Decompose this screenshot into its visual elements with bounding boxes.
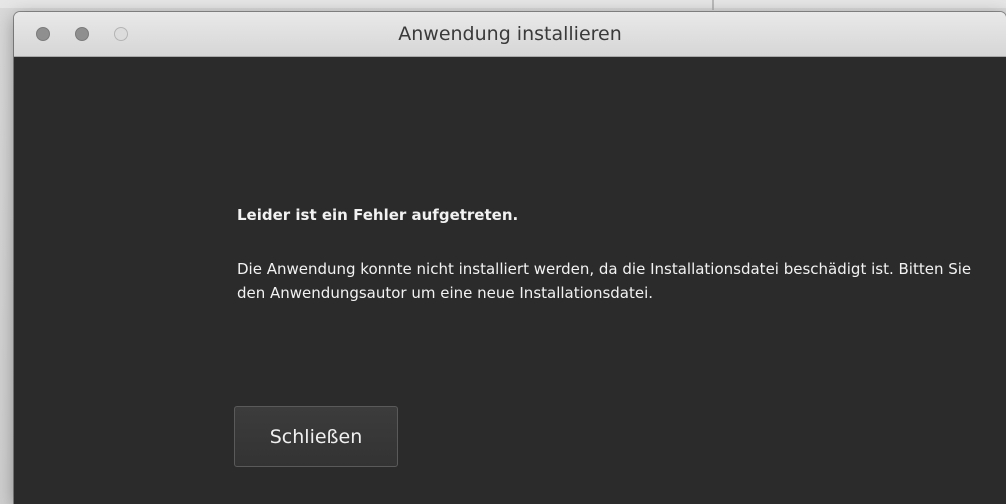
error-heading: Leider ist ein Fehler aufgetreten. <box>237 206 519 224</box>
close-button[interactable]: Schließen <box>234 406 398 467</box>
error-message: Die Anwendung konnte nicht installiert w… <box>237 260 972 302</box>
background-window-edge <box>0 0 1006 8</box>
window-title: Anwendung installieren <box>398 23 622 45</box>
title-bar[interactable]: Anwendung installieren <box>14 12 1006 57</box>
install-dialog-window: Anwendung installieren Leider ist ein Fe… <box>14 12 1006 504</box>
dialog-content: Leider ist ein Fehler aufgetreten. Die A… <box>14 57 1006 504</box>
background-divider <box>712 0 714 10</box>
